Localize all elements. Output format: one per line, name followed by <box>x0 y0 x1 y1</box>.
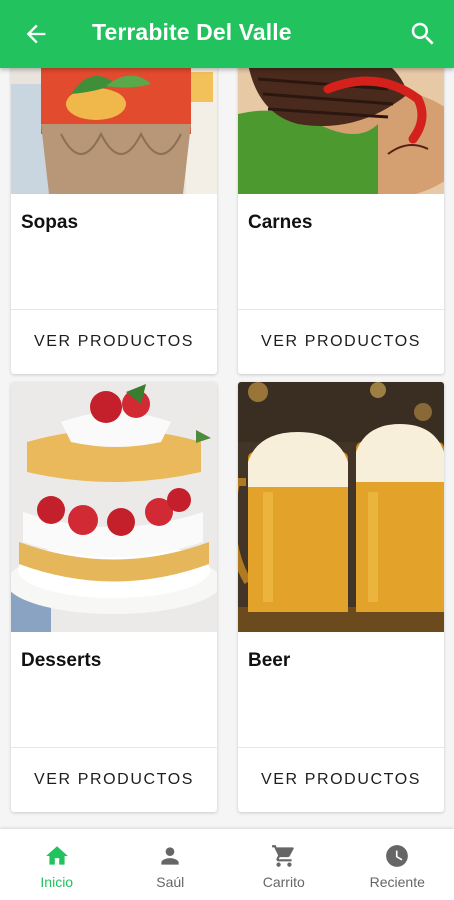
category-card-desserts: Desserts VER PRODUCTOS <box>11 382 217 812</box>
clock-icon <box>386 845 409 867</box>
nav-label: Saúl <box>156 874 185 890</box>
category-card-beer: Beer VER PRODUCTOS <box>238 382 444 812</box>
ver-productos-button[interactable]: VER PRODUCTOS <box>238 310 444 374</box>
ver-productos-button[interactable]: VER PRODUCTOS <box>11 310 217 374</box>
ver-productos-button[interactable]: VER PRODUCTOS <box>238 748 444 812</box>
category-name: Beer <box>248 650 291 671</box>
bottom-navigation: Inicio Saúl Carrito Reciente <box>0 829 454 900</box>
arrow-left-icon[interactable] <box>22 20 50 48</box>
person-icon <box>161 847 179 865</box>
category-name: Sopas <box>21 212 79 233</box>
home-icon <box>45 846 68 865</box>
strawberry-shortcake-image <box>11 382 217 632</box>
category-grid: Sopas VER PRODUCTOS Carnes VER PRODUCTOS… <box>0 0 454 830</box>
nav-label: Inicio <box>40 874 74 890</box>
category-name: Desserts <box>21 650 102 671</box>
search-icon[interactable] <box>408 19 438 49</box>
nav-item-carrito[interactable]: Carrito <box>227 829 341 900</box>
nav-label: Carrito <box>262 874 305 890</box>
category-name: Carnes <box>248 212 313 233</box>
cart-icon <box>271 845 294 867</box>
ver-productos-button[interactable]: VER PRODUCTOS <box>11 748 217 812</box>
beer-mugs-image <box>238 382 444 632</box>
app-screen: Sopas VER PRODUCTOS Carnes VER PRODUCTOS… <box>0 0 454 900</box>
nav-item-saul[interactable]: Saúl <box>114 829 228 900</box>
nav-item-reciente[interactable]: Reciente <box>341 829 454 900</box>
top-app-bar: Terrabite Del Valle <box>0 0 454 68</box>
page-title: Terrabite Del Valle <box>92 19 292 45</box>
nav-label: Reciente <box>369 874 425 890</box>
nav-item-inicio[interactable]: Inicio <box>0 829 114 900</box>
